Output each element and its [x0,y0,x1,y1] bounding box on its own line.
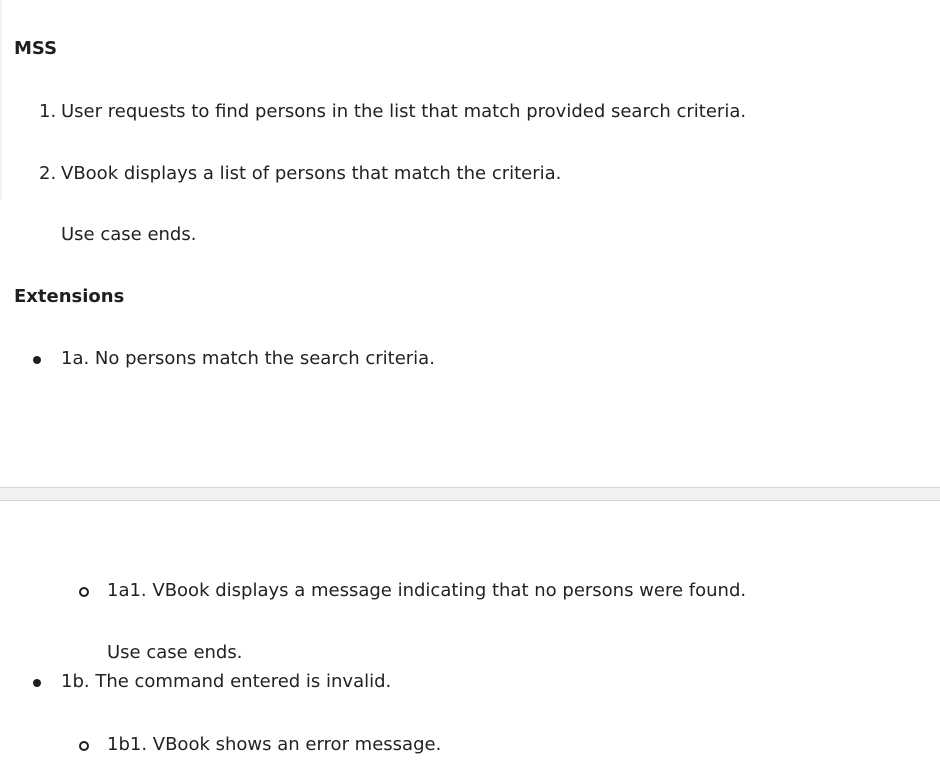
circle-bullet-icon [79,741,89,751]
extension-item: 1b. The command entered is invalid. [61,671,392,692]
mss-heading: MSS [14,38,58,59]
mss-use-case-ends: Use case ends. [61,224,197,245]
mss-step-number: 2. [39,163,57,184]
extension-item: 1a. No persons match the search criteria… [61,348,435,369]
extensions-heading: Extensions [14,286,125,307]
bullet-icon [33,679,41,687]
bullet-icon [33,356,41,364]
mss-step-text: VBook displays a list of persons that ma… [61,163,562,184]
extension-sub-item: 1b1. VBook shows an error message. [107,734,442,755]
extension-sub-item: 1a1. VBook displays a message indicating… [107,580,747,601]
circle-bullet-icon [79,587,89,597]
mss-step-text: User requests to find persons in the lis… [61,101,747,122]
page-break-divider [0,487,940,501]
mss-step-number: 1. [39,101,57,122]
page-edge-shadow [0,0,3,200]
document-page: MSS 1. User requests to find persons in … [0,0,940,782]
extension-use-case-ends: Use case ends. [107,642,243,663]
